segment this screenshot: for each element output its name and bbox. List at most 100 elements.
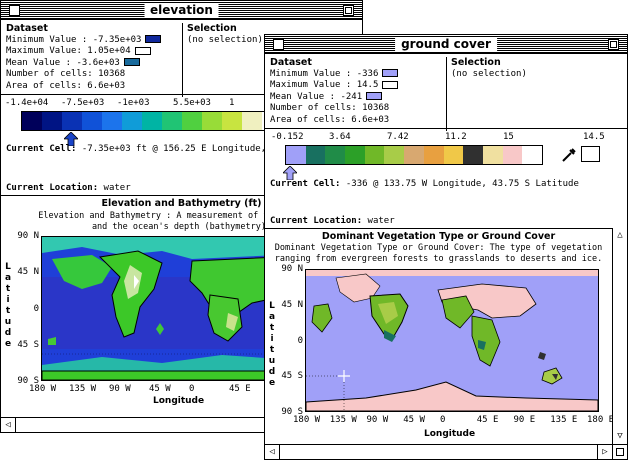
- scale-color-cell[interactable]: [242, 112, 262, 130]
- selection-heading: Selection: [451, 57, 501, 68]
- zoom-box-icon[interactable]: [343, 5, 354, 16]
- scale-color-cell[interactable]: [42, 112, 62, 130]
- dataset-heading: Dataset: [6, 23, 48, 34]
- longitude-tick-label: 0: [189, 384, 195, 394]
- map-description: Dominant Vegetation Type or Ground Cover…: [265, 243, 612, 265]
- y-axis-label-letter: u: [4, 317, 12, 327]
- scroll-left-arrow-icon[interactable]: ◁: [1, 418, 16, 432]
- scale-color-cell[interactable]: [202, 112, 222, 130]
- resize-grow-box-icon[interactable]: [612, 445, 627, 459]
- eyedropper-icon[interactable]: [561, 147, 577, 166]
- mean-value-label: Mean Value : -241: [270, 91, 363, 102]
- current-cell-value: -336 @ 133.75 W Longitude, 43.75 S Latit…: [345, 179, 579, 189]
- y-axis-label-letter: t: [5, 284, 11, 294]
- scale-color-cell[interactable]: [364, 146, 385, 164]
- scale-tick-label: 7.42: [387, 132, 409, 142]
- scroll-down-arrow-icon[interactable]: ▽: [613, 429, 627, 444]
- cell-area: Area of cells: 6.6e+03: [270, 114, 390, 125]
- color-scale-bar[interactable]: [285, 145, 543, 165]
- scale-tick-label: 3.64: [329, 132, 351, 142]
- latitude-tick-label: 90 N: [281, 264, 303, 274]
- dataset-heading: Dataset: [270, 57, 312, 68]
- ground-cover-map[interactable]: [305, 269, 599, 412]
- min-value-label: Minimum Value : -336: [270, 68, 379, 79]
- current-cell-readout: Current Cell: -336 @ 133.75 W Longitude,…: [270, 179, 579, 189]
- scroll-right-arrow-icon[interactable]: ▷: [597, 445, 612, 459]
- close-box-icon[interactable]: [273, 39, 284, 50]
- scale-color-cell[interactable]: [384, 146, 405, 164]
- selection-value: (no selection): [451, 68, 527, 79]
- scale-color-cell[interactable]: [463, 146, 483, 164]
- max-color-swatch: [382, 80, 399, 89]
- scale-color-cell[interactable]: [286, 146, 306, 164]
- color-scale-ticks: -0.152 3.64 7.42 11.2 15: [271, 132, 561, 142]
- ground-cover-map-panel: Dominant Vegetation Type or Ground Cover…: [265, 228, 612, 444]
- scale-color-cell[interactable]: [222, 112, 242, 130]
- selection-panel[interactable]: Selection (no selection): [446, 57, 527, 131]
- latitude-tick-label: 90 N: [17, 231, 39, 241]
- current-location-label: Current Location:: [270, 216, 363, 226]
- cell-count: Number of cells: 10368: [6, 69, 126, 79]
- scale-tick-label: -0.152: [271, 132, 304, 142]
- longitude-tick-label: 45 W: [149, 384, 171, 394]
- longitude-tick-label: 135 W: [69, 384, 97, 394]
- scale-tick-label: 11.2: [445, 132, 467, 142]
- horizontal-scrollbar[interactable]: ◁ ▷: [265, 444, 627, 459]
- scale-color-cell[interactable]: [305, 146, 326, 164]
- scale-color-cell[interactable]: [82, 112, 102, 130]
- selected-color-swatch[interactable]: [581, 146, 600, 162]
- mean-value-label: Mean Value : -3.6e+03: [6, 57, 120, 68]
- current-cell-label: Current Cell:: [6, 144, 77, 154]
- dataset-stats: Dataset Minimum Value : -336 Maximum Val…: [270, 57, 399, 126]
- selection-heading: Selection: [187, 23, 237, 34]
- current-cell-label: Current Cell:: [270, 179, 341, 189]
- scroll-up-arrow-icon[interactable]: △: [613, 228, 627, 243]
- current-cell-readout: Current Cell: -7.35e+03 ft @ 156.25 E Lo…: [6, 144, 288, 154]
- zoom-box-icon[interactable]: [608, 39, 619, 50]
- longitude-tick-label: 90 E: [513, 415, 536, 425]
- longitude-tick-label: 135 W: [329, 415, 357, 425]
- longitude-tick-label: 90 W: [109, 384, 131, 394]
- selection-panel[interactable]: Selection (no selection): [182, 23, 263, 97]
- elevation-title-bar[interactable]: elevation: [1, 1, 362, 20]
- scale-color-cell[interactable]: [162, 112, 182, 130]
- close-box-icon[interactable]: [9, 5, 20, 16]
- cell-area: Area of cells: 6.6e+03: [6, 80, 126, 91]
- scale-color-cell[interactable]: [22, 112, 42, 130]
- window-title: ground cover: [395, 37, 497, 52]
- side-swatch-value: 14.5: [583, 132, 605, 142]
- color-scale-bar[interactable]: [21, 111, 283, 131]
- scale-color-cell[interactable]: [522, 146, 542, 164]
- elevation-map[interactable]: [41, 236, 281, 381]
- scale-color-cell[interactable]: [122, 112, 142, 130]
- scale-color-cell[interactable]: [423, 146, 444, 164]
- scale-color-cell[interactable]: [404, 146, 424, 164]
- scale-tick-label: -1.4e+04: [5, 98, 49, 108]
- scroll-left-arrow-icon[interactable]: ◁: [265, 445, 280, 459]
- scale-color-cell[interactable]: [443, 146, 464, 164]
- scale-tick-label: -1e+03: [117, 98, 150, 108]
- y-axis-label-letter: d: [4, 328, 12, 338]
- scale-color-cell[interactable]: [482, 146, 503, 164]
- scale-tick-label: 15: [503, 132, 514, 142]
- ground-cover-window: ground cover Dataset Minimum Value : -33…: [264, 34, 628, 460]
- scale-color-cell[interactable]: [142, 112, 162, 130]
- vertical-scrollbar[interactable]: △ ▽: [612, 228, 627, 444]
- cell-count: Number of cells: 10368: [270, 103, 390, 113]
- scale-color-cell[interactable]: [182, 112, 202, 130]
- ground-cover-title-bar[interactable]: ground cover: [265, 35, 627, 54]
- latitude-tick-label: 0: [33, 303, 39, 314]
- dataset-stats: Dataset Minimum Value : -7.35e+03 Maximu…: [6, 23, 162, 92]
- longitude-tick-label: 45 W: [403, 415, 425, 425]
- mean-color-swatch: [366, 92, 383, 100]
- scale-color-cell[interactable]: [325, 146, 346, 164]
- scale-tick-label: 5.5e+03: [173, 98, 211, 108]
- scale-color-cell[interactable]: [345, 146, 365, 164]
- x-axis-label: Longitude: [153, 396, 205, 406]
- elevation-map-graphic: [41, 237, 281, 381]
- current-location-readout: Current Location: water: [6, 183, 131, 193]
- scale-color-cell[interactable]: [502, 146, 523, 164]
- scale-color-cell[interactable]: [62, 112, 82, 130]
- scale-color-cell[interactable]: [102, 112, 122, 130]
- longitude-tick-label: 180 W: [29, 384, 57, 394]
